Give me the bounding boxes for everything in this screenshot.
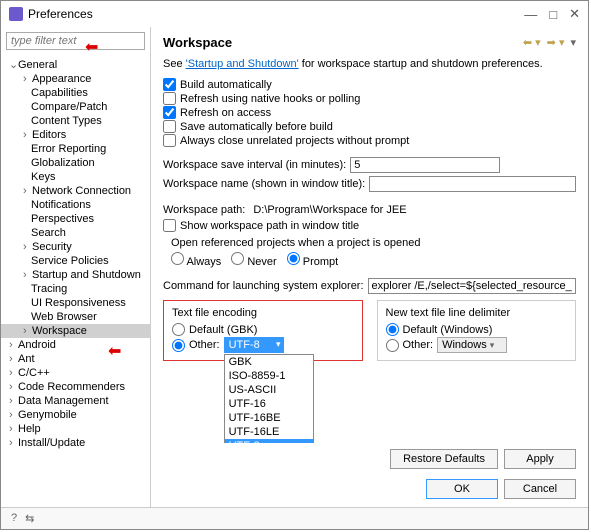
nav-toolbar: ⬅ ▾ ➡ ▾ ▾ — [523, 36, 576, 49]
save-interval-label: Workspace save interval (in minutes): — [163, 159, 346, 171]
ok-button[interactable]: OK — [426, 479, 498, 499]
ws-path-label: Workspace path: — [163, 204, 245, 216]
encoding-combo[interactable]: UTF-8 ▾ GBK ISO-8859-1 US-ASCII UTF-16 U… — [224, 337, 284, 353]
main-panel: Workspace ⬅ ▾ ➡ ▾ ▾ See 'Startup and Shu… — [151, 27, 588, 507]
delimiter-group: New text file line delimiter Default (Wi… — [377, 300, 577, 361]
cb-show-path[interactable] — [163, 219, 176, 232]
tree-workspace[interactable]: ›Workspace — [1, 324, 150, 338]
back-icon[interactable]: ⬅ ▾ — [523, 36, 541, 49]
apply-button[interactable]: Apply — [504, 449, 576, 469]
chevron-down-icon: ▾ — [490, 340, 495, 350]
tree-item[interactable]: ›Appearance — [1, 72, 150, 86]
cmd-input[interactable] — [368, 278, 576, 294]
tree-item[interactable]: Notifications — [1, 198, 150, 212]
encoding-group: Text file encoding Default (GBK) Other: … — [163, 300, 363, 361]
page-title: Workspace — [163, 35, 523, 50]
cb-native-hooks[interactable] — [163, 92, 176, 105]
cb-close-unrelated[interactable] — [163, 134, 176, 147]
cb-build-auto[interactable] — [163, 78, 176, 91]
radio-always[interactable] — [171, 252, 184, 265]
preference-tree[interactable]: ⌄General ›Appearance Capabilities Compar… — [1, 55, 150, 507]
startup-link[interactable]: 'Startup and Shutdown' — [186, 58, 299, 70]
tree-item[interactable]: ›C/C++ — [1, 366, 150, 380]
titlebar: Preferences — □ ✕ — [1, 1, 588, 27]
tree-item[interactable]: Perspectives — [1, 212, 150, 226]
ws-name-label: Workspace name (shown in window title): — [163, 178, 365, 190]
tree-item[interactable]: ›Android — [1, 338, 150, 352]
tree-item[interactable]: ›Code Recommenders — [1, 380, 150, 394]
tree-item[interactable]: ›Help — [1, 422, 150, 436]
menu-icon[interactable]: ▾ — [570, 36, 576, 49]
ws-name-input[interactable] — [369, 176, 576, 192]
import-export-icon[interactable]: ⇆ — [25, 512, 34, 525]
app-icon — [9, 7, 23, 21]
enc-option[interactable]: UTF-16 — [225, 397, 313, 411]
minimize-icon[interactable]: — — [524, 7, 537, 22]
tree-item[interactable]: Keys — [1, 170, 150, 184]
tree-item[interactable]: ›Startup and Shutdown — [1, 268, 150, 282]
tree-item[interactable]: ›Editors — [1, 128, 150, 142]
cmd-label: Command for launching system explorer: — [163, 280, 364, 292]
tree-item[interactable]: UI Responsiveness — [1, 296, 150, 310]
tree-item[interactable]: Globalization — [1, 156, 150, 170]
radio-enc-other[interactable] — [172, 339, 185, 352]
radio-enc-default[interactable] — [172, 323, 185, 336]
save-interval-input[interactable] — [350, 157, 500, 173]
tree-item[interactable]: Search — [1, 226, 150, 240]
forward-icon[interactable]: ➡ ▾ — [547, 36, 565, 49]
cancel-button[interactable]: Cancel — [504, 479, 576, 499]
tree-item[interactable]: Compare/Patch — [1, 100, 150, 114]
radio-delim-default[interactable] — [386, 323, 399, 336]
tree-item[interactable]: ›Security — [1, 240, 150, 254]
enc-option[interactable]: UTF-8 — [225, 439, 313, 443]
cb-save-before-build[interactable] — [163, 120, 176, 133]
tree-item[interactable]: Error Reporting — [1, 142, 150, 156]
tree-general[interactable]: ⌄General — [1, 57, 150, 72]
tree-item[interactable]: ›Genymobile — [1, 408, 150, 422]
tree-item[interactable]: ›Install/Update — [1, 436, 150, 450]
window-title: Preferences — [28, 7, 524, 21]
tree-item[interactable]: Capabilities — [1, 86, 150, 100]
enc-option[interactable]: ISO-8859-1 — [225, 369, 313, 383]
open-ref-label: Open referenced projects when a project … — [171, 237, 576, 249]
close-icon[interactable]: ✕ — [569, 6, 580, 22]
delimiter-combo[interactable]: Windows ▾ — [437, 337, 507, 353]
tree-item[interactable]: ›Ant — [1, 352, 150, 366]
intro-text: See 'Startup and Shutdown' for workspace… — [163, 58, 576, 70]
radio-never[interactable] — [231, 252, 244, 265]
sidebar: ⌄General ›Appearance Capabilities Compar… — [1, 27, 151, 507]
enc-option[interactable]: UTF-16BE — [225, 411, 313, 425]
chevron-down-icon: ▾ — [276, 339, 281, 350]
tree-item[interactable]: Content Types — [1, 114, 150, 128]
encoding-dropdown-list[interactable]: GBK ISO-8859-1 US-ASCII UTF-16 UTF-16BE … — [224, 354, 314, 443]
tree-item[interactable]: Tracing — [1, 282, 150, 296]
restore-defaults-button[interactable]: Restore Defaults — [390, 449, 498, 469]
maximize-icon[interactable]: □ — [549, 7, 557, 22]
enc-option[interactable]: US-ASCII — [225, 383, 313, 397]
cb-refresh-access[interactable] — [163, 106, 176, 119]
tree-item[interactable]: ›Network Connection — [1, 184, 150, 198]
ws-path-value: D:\Program\Workspace for JEE — [253, 204, 406, 216]
tree-item[interactable]: ›Data Management — [1, 394, 150, 408]
filter-input[interactable] — [6, 32, 145, 50]
enc-option[interactable]: UTF-16LE — [225, 425, 313, 439]
tree-item[interactable]: Service Policies — [1, 254, 150, 268]
radio-delim-other[interactable] — [386, 339, 399, 352]
radio-prompt[interactable] — [287, 252, 300, 265]
enc-option[interactable]: GBK — [225, 355, 313, 369]
help-icon[interactable]: ? — [11, 512, 17, 525]
tree-item[interactable]: Web Browser — [1, 310, 150, 324]
